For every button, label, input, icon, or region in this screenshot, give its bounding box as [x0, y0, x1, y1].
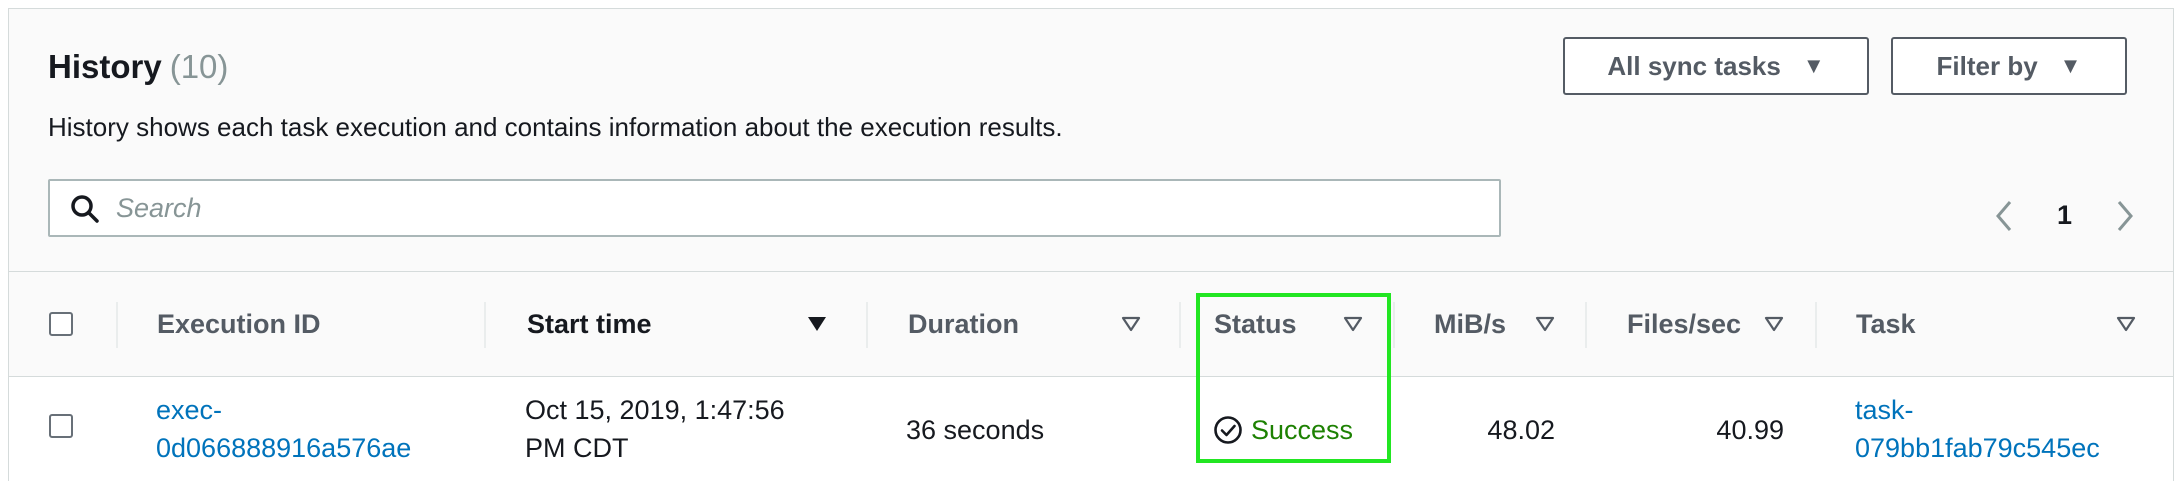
column-header-status[interactable]: Status — [1214, 272, 1297, 376]
column-divider — [484, 302, 486, 348]
column-divider — [116, 302, 118, 348]
row-checkbox[interactable] — [49, 414, 73, 438]
start-time-line2: PM CDT — [525, 433, 629, 463]
duration-cell: 36 seconds — [906, 415, 1045, 445]
column-divider — [1815, 302, 1817, 348]
caret-down-icon: ▼ — [1802, 53, 1825, 78]
chevron-right-icon[interactable] — [2115, 199, 2135, 233]
sort-neutral-icon[interactable] — [1764, 316, 1784, 332]
column-header-task[interactable]: Task — [1856, 272, 1916, 376]
execution-id-link[interactable]: exec- 0d066888916a576ae — [156, 391, 411, 467]
column-header-duration[interactable]: Duration — [908, 272, 1019, 376]
mib-per-sec-cell: 48.02 — [1487, 415, 1555, 445]
sort-neutral-icon[interactable] — [1343, 316, 1363, 332]
pagination-current-page[interactable]: 1 — [2057, 200, 2072, 231]
execution-id-line2: 0d066888916a576ae — [156, 433, 412, 463]
table-header: Execution ID Start time Duration Status … — [9, 272, 2173, 377]
search-input[interactable] — [116, 181, 1476, 235]
column-header-files-per-sec[interactable]: Files/sec — [1627, 272, 1741, 376]
all-sync-tasks-label: All sync tasks — [1607, 50, 1781, 81]
sort-neutral-icon[interactable] — [1121, 316, 1141, 332]
sort-neutral-icon[interactable] — [2116, 316, 2136, 332]
page-title: History (10) — [48, 47, 228, 87]
column-divider — [1393, 302, 1395, 348]
column-divider — [1179, 302, 1181, 348]
sort-descending-icon[interactable] — [807, 316, 827, 332]
task-link[interactable]: task- 079bb1fab79c545ec — [1855, 391, 2100, 467]
files-per-sec-cell: 40.99 — [1716, 415, 1784, 445]
search-box — [48, 179, 1501, 237]
caret-down-icon: ▼ — [2059, 53, 2082, 78]
filter-by-dropdown[interactable]: Filter by ▼ — [1891, 37, 2127, 95]
status-text: Success — [1251, 415, 1354, 445]
column-header-mib-per-sec[interactable]: MiB/s — [1434, 272, 1506, 376]
chevron-left-icon[interactable] — [1994, 199, 2014, 233]
history-panel: History (10) History shows each task exec… — [8, 8, 2174, 489]
page-description: History shows each task execution and co… — [48, 112, 1063, 142]
history-count: (10) — [169, 48, 229, 85]
all-sync-tasks-dropdown[interactable]: All sync tasks ▼ — [1563, 37, 1869, 95]
column-divider — [866, 302, 868, 348]
column-divider — [1585, 302, 1587, 348]
start-time-cell: Oct 15, 2019, 1:47:56 PM CDT — [525, 391, 785, 467]
execution-id-line1: exec- — [156, 395, 223, 425]
select-all-checkbox[interactable] — [49, 312, 73, 336]
column-header-start-time[interactable]: Start time — [527, 272, 652, 376]
status-cell: Success — [1213, 411, 1353, 449]
task-line1: task- — [1855, 395, 1914, 425]
sort-neutral-icon[interactable] — [1535, 316, 1555, 332]
check-circle-icon — [1214, 416, 1242, 444]
title-text: History — [48, 48, 162, 85]
task-line2: 079bb1fab79c545ec — [1855, 433, 2100, 463]
start-time-line1: Oct 15, 2019, 1:47:56 — [525, 395, 785, 425]
search-icon — [71, 195, 99, 223]
filter-by-label: Filter by — [1936, 50, 2038, 81]
column-header-execution-id: Execution ID — [157, 308, 321, 339]
table-row: exec- 0d066888916a576ae Oct 15, 2019, 1:… — [9, 377, 2173, 489]
